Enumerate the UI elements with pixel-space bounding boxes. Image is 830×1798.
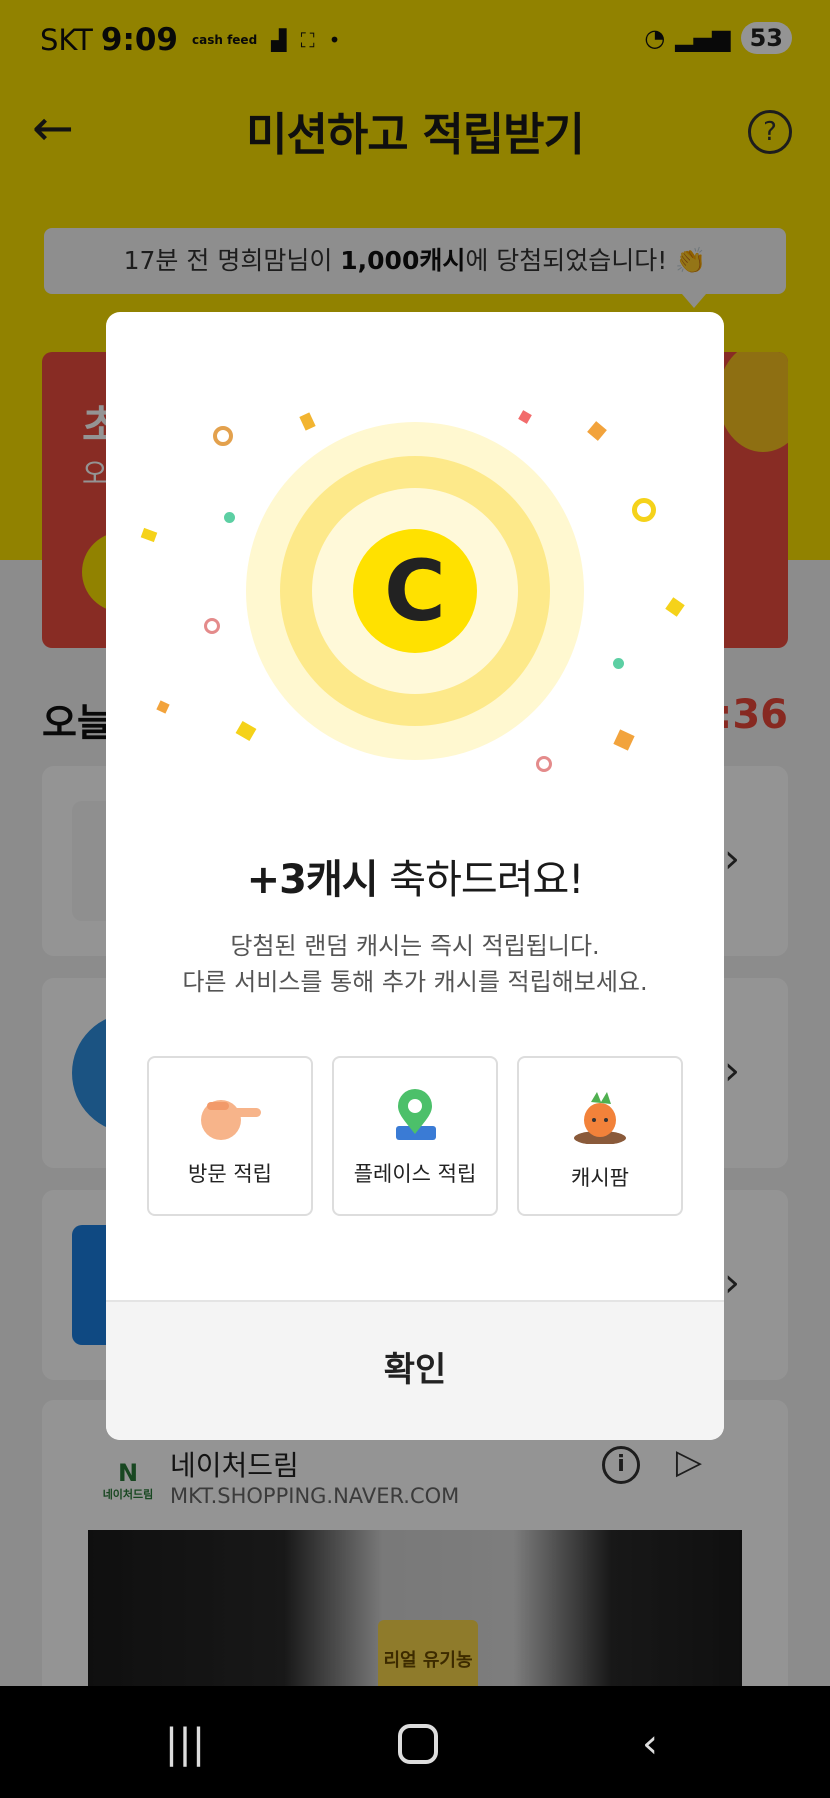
confetti: [518, 410, 532, 424]
pointing-hand-icon: [149, 1088, 311, 1144]
confetti: [224, 512, 235, 523]
confetti: [213, 426, 233, 446]
cash-coin-icon: C: [353, 529, 477, 653]
confetti: [299, 412, 316, 431]
visit-reward-label: 방문 적립: [188, 1162, 272, 1186]
reward-title: +3캐시 축하드려요!: [246, 857, 585, 903]
place-reward-label: 플레이스 적립: [353, 1162, 477, 1186]
confetti: [140, 527, 158, 543]
confirm-button[interactable]: 확인: [106, 1300, 724, 1440]
back-icon[interactable]: ‹: [610, 1716, 690, 1772]
celebration-graphic: C: [106, 312, 724, 812]
confetti: [665, 597, 685, 617]
place-reward-button[interactable]: 플레이스 적립: [332, 1056, 498, 1216]
recent-apps-icon[interactable]: |||: [145, 1716, 225, 1772]
confetti: [156, 700, 170, 714]
service-options: 방문 적립 플레이스 적립 캐시팜: [147, 1056, 683, 1220]
confetti: [587, 421, 607, 441]
carrot-icon: [519, 1088, 681, 1145]
visit-reward-button[interactable]: 방문 적립: [147, 1056, 313, 1216]
cash-farm-button[interactable]: 캐시팜: [517, 1056, 683, 1216]
confetti: [613, 658, 624, 669]
confetti: [536, 756, 552, 772]
reward-dialog: C +3캐시 축하드려요! 당첨된 랜덤 캐시는 즉시 적립됩니다. 다른 서비…: [106, 312, 724, 1440]
home-icon[interactable]: [378, 1716, 458, 1772]
cash-farm-label: 캐시팜: [571, 1166, 629, 1190]
confetti: [632, 498, 656, 522]
confetti: [235, 720, 257, 742]
system-nav-bar: ||| ‹: [0, 1686, 830, 1798]
reward-description: 당첨된 랜덤 캐시는 즉시 적립됩니다. 다른 서비스를 통해 추가 캐시를 적…: [182, 932, 648, 996]
map-pin-icon: [334, 1088, 496, 1144]
confetti: [204, 618, 220, 634]
confetti: [613, 729, 635, 751]
